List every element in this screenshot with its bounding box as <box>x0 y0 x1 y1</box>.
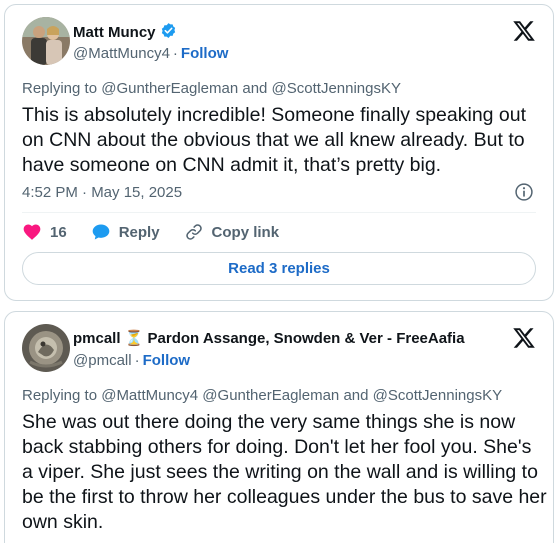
author-name-line: Matt Muncy <box>73 22 177 43</box>
author-handle-line: @pmcall · Follow <box>73 352 190 369</box>
tweet-timestamp[interactable]: 4:52 PM · May 15, 2025 <box>22 184 182 201</box>
copy-link-button[interactable]: Copy link <box>184 222 280 242</box>
tweet-text: She was out there doing the very same th… <box>22 411 547 533</box>
author-name[interactable]: Matt Muncy <box>73 24 156 41</box>
divider <box>22 212 536 213</box>
tweet-card: pmcall ⏳ Pardon Assange, Snowden & Ver -… <box>4 311 554 543</box>
reply-label: Reply <box>118 223 160 241</box>
author-handle[interactable]: @MattMuncy4 <box>73 45 170 62</box>
replying-to: Replying to @MattMuncy4 @GuntherEagleman… <box>22 387 503 404</box>
avatar[interactable] <box>22 324 70 372</box>
reply-button[interactable]: Reply <box>91 222 160 242</box>
separator-dot: · <box>172 45 178 62</box>
copy-link-label: Copy link <box>211 223 280 241</box>
reply-bubble-icon <box>91 222 111 242</box>
tweet-text: This is absolutely incredible! Someone f… <box>22 104 527 176</box>
x-logo-icon[interactable] <box>512 326 536 350</box>
link-icon <box>184 222 204 242</box>
heart-icon <box>22 222 42 242</box>
avatar[interactable] <box>22 17 70 65</box>
verified-badge-icon <box>160 22 177 43</box>
follow-button[interactable]: Follow <box>143 352 191 369</box>
read-replies-button[interactable]: Read 3 replies <box>22 252 536 285</box>
author-name[interactable]: pmcall ⏳ Pardon Assange, Snowden & Ver -… <box>73 329 465 347</box>
replying-to: Replying to @GuntherEagleman and @ScottJ… <box>22 80 402 97</box>
action-bar: 16 Reply Copy link <box>22 222 303 242</box>
author-handle[interactable]: @pmcall <box>73 352 132 369</box>
follow-button[interactable]: Follow <box>181 45 229 62</box>
info-icon[interactable] <box>514 182 534 202</box>
tweet-card: Matt Muncy @MattMuncy4 · Follow Replying t… <box>4 4 554 301</box>
x-logo-icon[interactable] <box>512 19 536 43</box>
author-handle-line: @MattMuncy4 · Follow <box>73 45 228 62</box>
separator-dot: · <box>134 352 140 369</box>
like-count: 16 <box>50 223 67 241</box>
like-button[interactable]: 16 <box>22 222 67 242</box>
author-name-line: pmcall ⏳ Pardon Assange, Snowden & Ver -… <box>73 329 465 347</box>
